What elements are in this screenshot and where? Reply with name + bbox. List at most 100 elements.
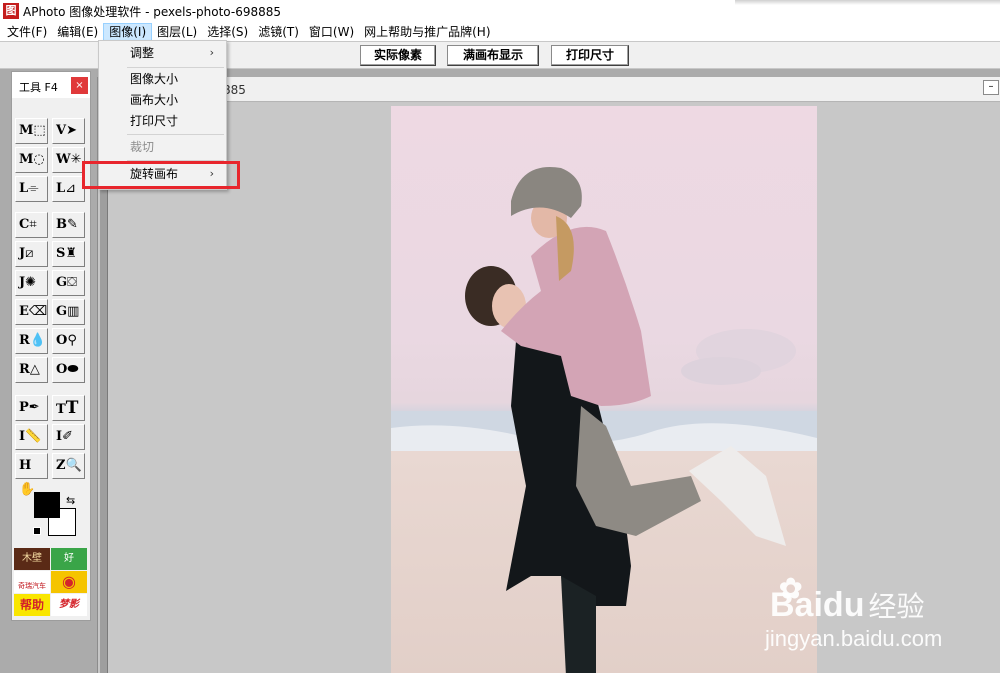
menu-image[interactable]: 图像(I) — [103, 22, 153, 41]
ruler-icon: 📏 — [25, 429, 42, 444]
menu-edit[interactable]: 编辑(E) — [52, 23, 103, 41]
highlight-annotation — [82, 161, 240, 189]
bucket-icon: ⛋ — [67, 275, 78, 290]
blur-tool[interactable]: R💧 — [15, 328, 48, 354]
menu-help[interactable]: 网上帮助与推广品牌(H) — [359, 23, 495, 41]
tool-palette-close-button[interactable]: × — [71, 77, 88, 94]
brush-icon: ✎ — [67, 217, 78, 232]
ad-link-2[interactable]: 好 — [51, 548, 87, 570]
chevron-right-icon: › — [209, 46, 214, 59]
menu-item-crop: 裁切 — [130, 140, 155, 154]
rect-select-icon: ⬚ — [33, 123, 46, 138]
ellipse-select-icon: ◌ — [33, 152, 45, 167]
poly-lasso-tool[interactable]: L⊿ — [52, 176, 85, 202]
menu-select[interactable]: 选择(S) — [202, 23, 253, 41]
sharpen-tool[interactable]: R△ — [15, 357, 48, 383]
tool-letter: O — [56, 333, 68, 348]
menu-item-canvas-size[interactable]: 画布大小 — [99, 90, 226, 110]
marquee-rect-tool[interactable]: M⬚ — [15, 118, 48, 144]
crop-icon: ⌗ — [29, 217, 37, 232]
tool-letter: B — [56, 217, 67, 232]
watermark-bai: Bai — [770, 586, 823, 624]
foreground-color-swatch[interactable] — [34, 492, 60, 518]
menu-item-print-size[interactable]: 打印尺寸 — [99, 111, 226, 131]
stamp-tool[interactable]: S♜ — [52, 241, 85, 267]
default-colors-icon[interactable] — [33, 527, 41, 535]
bandage-icon: ⧄ — [25, 246, 34, 261]
sponge-tool[interactable]: O⬬ — [52, 357, 85, 383]
print-size-button[interactable]: 打印尺寸 — [551, 45, 629, 66]
hand-tool[interactable]: H✋ — [15, 453, 48, 497]
tool-letter: V — [56, 123, 67, 138]
crop-tool[interactable]: C⌗ — [15, 212, 48, 238]
tool-letter: P — [19, 400, 29, 415]
swap-colors-icon[interactable]: ⇆ — [66, 494, 75, 507]
tool-letter: O — [56, 362, 68, 377]
marquee-ellipse-tool[interactable]: M◌ — [15, 147, 48, 173]
tool-letter: S — [56, 246, 66, 261]
tool-letter: C — [19, 217, 30, 232]
ad-link-5[interactable]: 帮助 — [14, 594, 50, 616]
menu-separator — [127, 67, 224, 68]
tool-letter: L — [56, 181, 66, 196]
move-tool[interactable]: V➤ — [52, 118, 85, 144]
actual-pixels-button[interactable]: 实际像素 — [360, 45, 436, 66]
tool-palette-header: 工具 F4 × — [12, 72, 90, 98]
gradient-tool[interactable]: G▥ — [52, 299, 85, 325]
tool-palette-title: 工具 F4 — [19, 81, 58, 94]
tool-letter: R — [19, 333, 30, 348]
tool-letter: G — [56, 275, 68, 290]
healing-tool[interactable]: J⧄ — [15, 241, 48, 267]
ad-link-1[interactable]: 木壁 — [14, 548, 50, 570]
paint-bucket-tool[interactable]: G⛋ — [52, 270, 85, 296]
tool-letter: Z — [56, 458, 66, 473]
minimize-button[interactable]: – — [983, 80, 999, 95]
redeye-tool[interactable]: J✺ — [15, 270, 48, 296]
magnifier-icon: 🔍 — [65, 458, 82, 473]
measure-tool[interactable]: I📏 — [15, 424, 48, 450]
tool-letter: R — [19, 362, 30, 377]
dodge-tool[interactable]: O⚲ — [52, 328, 85, 354]
menu-window[interactable]: 窗口(W) — [304, 23, 359, 41]
ad-link-4[interactable]: ◉ — [51, 571, 87, 593]
lasso-tool[interactable]: L⌯ — [15, 176, 48, 202]
tool-letter: G — [56, 304, 68, 319]
app-icon: 图 — [3, 3, 19, 19]
stamp-icon: ♜ — [65, 246, 78, 261]
ad-link-6[interactable]: 梦影 — [51, 594, 87, 616]
zoom-tool[interactable]: Z🔍 — [52, 453, 85, 479]
ad-links: 木壁 好 奇瑞汽车 ◉ 帮助 梦影 — [14, 548, 88, 618]
menu-separator — [127, 134, 224, 135]
title-shadow — [735, 0, 1000, 5]
menu-item-image-size[interactable]: 图像大小 — [99, 69, 226, 89]
pen-tool[interactable]: P✒ — [15, 395, 48, 421]
tool-letter: M — [19, 123, 34, 138]
gradient-icon: ▥ — [67, 304, 80, 319]
tool-letter: W — [56, 152, 71, 167]
menu-item-label: 调整 — [130, 46, 155, 60]
eraser-icon: ⌫ — [28, 304, 48, 319]
text-tool[interactable]: TT — [52, 395, 85, 421]
tool-palette: 工具 F4 × M⬚ V➤ M◌ W✳ L⌯ L⊿ C⌗ B✎ J⧄ S♜ J✺… — [11, 71, 91, 621]
lasso-icon: ⌯ — [28, 181, 39, 196]
magic-wand-icon: ✳ — [70, 152, 82, 167]
eyedropper-tool[interactable]: I✐ — [52, 424, 85, 450]
brush-tool[interactable]: B✎ — [52, 212, 85, 238]
dodge-icon: ⚲ — [67, 333, 77, 348]
tool-letter: T — [56, 402, 66, 417]
eraser-tool[interactable]: E⌫ — [15, 299, 48, 325]
drop-icon: 💧 — [29, 333, 46, 348]
menu-layer[interactable]: 图层(L) — [152, 23, 202, 41]
ad-link-3[interactable]: 奇瑞汽车 — [14, 571, 50, 593]
eye-icon: ◉ — [62, 572, 76, 591]
move-cursor-icon: ➤ — [66, 123, 77, 138]
watermark-url: jingyan.baidu.com — [765, 626, 943, 651]
tool-letter: L — [19, 181, 29, 196]
hand-icon: ✋ — [19, 482, 36, 497]
menu-filter[interactable]: 滤镜(T) — [253, 23, 304, 41]
tool-letter: H — [19, 458, 32, 473]
menu-item-adjust[interactable]: 调整 › — [99, 43, 226, 63]
fit-canvas-button[interactable]: 满画布显示 — [447, 45, 539, 66]
menu-file[interactable]: 文件(F) — [2, 23, 52, 41]
magic-wand-tool[interactable]: W✳ — [52, 147, 85, 173]
